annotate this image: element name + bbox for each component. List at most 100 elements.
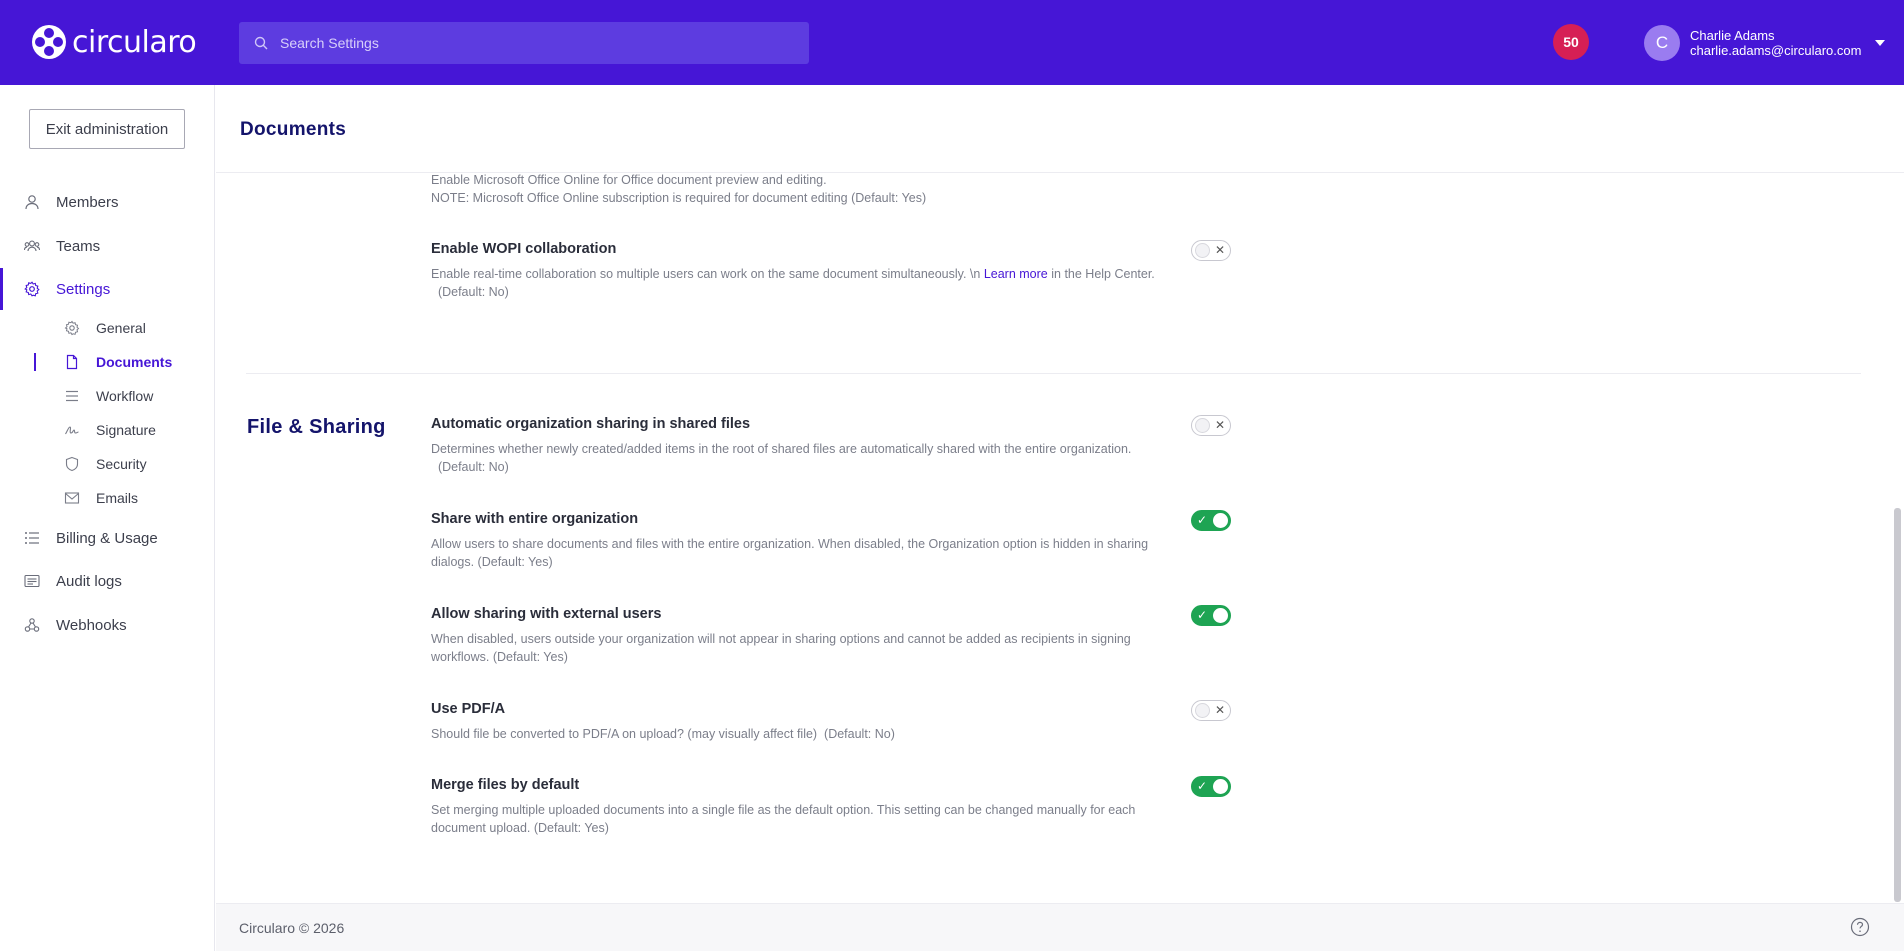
search-icon	[254, 36, 268, 50]
sidebar-item-members[interactable]: Members	[0, 187, 214, 217]
sidebar-subitem-documents[interactable]: Documents	[0, 349, 214, 375]
setting-desc-line: dialogs. (Default: Yes)	[431, 555, 553, 569]
setting-description: Allow users to share documents and files…	[431, 535, 1451, 571]
setting-share-entire-org: Share with entire organization Allow use…	[431, 511, 1451, 571]
setting-desc-text: Enable real-time collaboration so multip…	[431, 267, 984, 281]
setting-description: Enable real-time collaboration so multip…	[431, 265, 1451, 301]
user-email: charlie.adams@circularo.com	[1690, 43, 1862, 58]
page-title: Documents	[240, 119, 347, 140]
sidebar-subitem-general[interactable]: General	[0, 315, 214, 341]
toggle-auto-org-sharing[interactable]: ✕	[1191, 415, 1231, 436]
toggle-pdfa[interactable]: ✕	[1191, 700, 1231, 721]
sidebar-subitem-label: Workflow	[96, 388, 154, 404]
setting-wopi: Enable WOPI collaboration Enable real-ti…	[431, 241, 1451, 301]
list-bullets-icon	[25, 532, 39, 544]
toggle-wopi[interactable]: ✕	[1191, 240, 1231, 261]
setting-title: Enable WOPI collaboration	[431, 241, 617, 257]
setting-description: Set merging multiple uploaded documents …	[431, 801, 1451, 837]
log-icon	[24, 574, 40, 588]
chevron-down-icon[interactable]	[1875, 40, 1886, 46]
check-icon: ✓	[1197, 608, 1208, 622]
toggle-merge-files[interactable]: ✓	[1191, 776, 1231, 797]
setting-desc-line: Enable real-time collaboration so multip…	[431, 265, 1451, 283]
sidebar-subitem-label: Security	[96, 456, 147, 472]
toggle-knob	[1213, 779, 1228, 794]
sidebar-item-label: Settings	[56, 280, 111, 298]
toggle-knob	[1195, 418, 1210, 433]
user-menu[interactable]: C Charlie Adams charlie.adams@circularo.…	[1644, 24, 1886, 62]
sidebar-subitem-label: Signature	[96, 422, 156, 438]
toggle-knob	[1195, 703, 1210, 718]
content-scrollbar[interactable]	[1894, 508, 1901, 902]
signature-icon	[65, 426, 79, 435]
sidebar-item-billing[interactable]: Billing & Usage	[0, 523, 214, 553]
sidebar-subitem-label: General	[96, 320, 146, 336]
setting-title: Allow sharing with external users	[431, 606, 662, 622]
setting-title: Merge files by default	[431, 777, 580, 793]
sidebar: Exit administration Members Teams Settin…	[0, 85, 215, 951]
section-divider	[246, 373, 1861, 374]
sidebar-item-teams[interactable]: Teams	[0, 231, 214, 261]
sidebar-subitem-workflow[interactable]: Workflow	[0, 383, 214, 409]
notification-badge[interactable]: 50	[1553, 24, 1589, 60]
setting-desc-line: document upload. (Default: Yes)	[431, 821, 609, 835]
sidebar-subitem-label: Emails	[96, 490, 139, 506]
sidebar-item-webhooks[interactable]: Webhooks	[0, 610, 214, 640]
toggle-external-sharing[interactable]: ✓	[1191, 605, 1231, 626]
mail-icon	[64, 492, 80, 504]
exit-administration-button[interactable]: Exit administration	[29, 109, 185, 149]
setting-desc-line: (Default: No)	[431, 285, 509, 299]
setting-desc-line: Determines whether newly created/added i…	[431, 442, 1132, 456]
setting-merge-files: Merge files by default Set merging multi…	[431, 777, 1451, 837]
setting-description: Determines whether newly created/added i…	[431, 440, 1451, 476]
sidebar-item-label: Teams	[56, 237, 101, 255]
toggle-share-entire-org[interactable]: ✓	[1191, 510, 1231, 531]
setting-pdfa: Use PDF/A Should file be converted to PD…	[431, 701, 1451, 743]
webhook-icon	[24, 618, 40, 632]
setting-desc-line: (Default: No)	[431, 460, 509, 474]
setting-desc-text: in the Help Center.	[1047, 267, 1155, 281]
setting-auto-org-sharing: Automatic organization sharing in shared…	[431, 416, 1451, 476]
setting-desc-line: Should file be converted to PDF/A on upl…	[431, 727, 895, 741]
shield-icon	[65, 456, 79, 472]
sidebar-item-label: Members	[56, 193, 119, 211]
gear-icon	[24, 281, 40, 297]
user-name: Charlie Adams	[1690, 28, 1775, 43]
check-icon: ✓	[1197, 779, 1208, 793]
avatar: C	[1644, 25, 1680, 61]
sidebar-subitem-emails[interactable]: Emails	[0, 485, 214, 511]
footer: Circularo © 2026	[216, 903, 1904, 951]
top-bar: circularo 50 C Charlie Adams charlie.ada…	[0, 0, 1904, 85]
search-input[interactable]	[280, 35, 780, 51]
sidebar-item-settings[interactable]: Settings	[0, 268, 214, 310]
close-icon: ✕	[1214, 418, 1225, 432]
setting-desc-line: Allow users to share documents and files…	[431, 537, 1149, 551]
sidebar-item-label: Audit logs	[56, 572, 122, 590]
setting-desc-line: When disabled, users outside your organi…	[431, 632, 1131, 646]
logo-text: circularo	[72, 24, 197, 60]
close-icon: ✕	[1214, 243, 1225, 257]
check-icon: ✓	[1197, 513, 1208, 527]
help-icon[interactable]	[1850, 917, 1870, 937]
user-icon	[25, 195, 39, 210]
setting-office-online: Enable Microsoft Office Online for Offic…	[431, 171, 1451, 207]
setting-desc-line: Set merging multiple uploaded documents …	[431, 803, 1136, 817]
learn-more-link[interactable]: Learn more	[984, 267, 1048, 281]
toggle-knob	[1195, 243, 1210, 258]
setting-desc-line: NOTE: Microsoft Office Online subscripti…	[431, 191, 927, 205]
sidebar-subitem-security[interactable]: Security	[0, 451, 214, 477]
sidebar-subitem-label: Documents	[96, 354, 173, 370]
setting-description: Should file be converted to PDF/A on upl…	[431, 725, 1451, 743]
close-icon: ✕	[1214, 703, 1225, 717]
setting-desc-line: Enable Microsoft Office Online for Offic…	[431, 173, 827, 187]
footer-copyright: Circularo © 2026	[239, 920, 345, 936]
circularo-logo[interactable]: circularo	[32, 24, 197, 60]
sidebar-item-audit-logs[interactable]: Audit logs	[0, 566, 214, 596]
page-title-bar: Documents	[216, 85, 1904, 173]
sidebar-subitem-signature[interactable]: Signature	[0, 417, 214, 443]
list-icon	[66, 390, 78, 402]
document-icon	[66, 354, 78, 370]
search-bar[interactable]	[239, 22, 809, 64]
setting-description: Enable Microsoft Office Online for Offic…	[431, 171, 1451, 207]
setting-description: When disabled, users outside your organi…	[431, 630, 1451, 666]
